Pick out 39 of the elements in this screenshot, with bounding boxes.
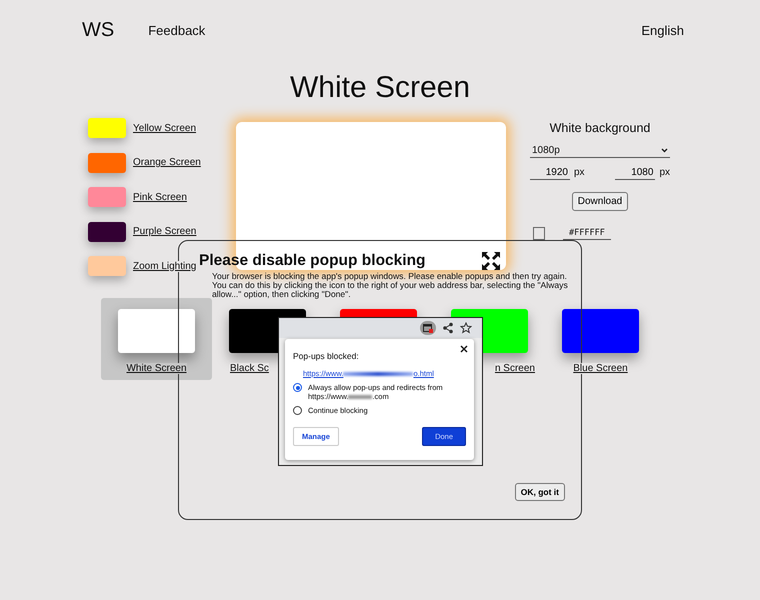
color-swatch[interactable] bbox=[88, 118, 126, 138]
width-input[interactable]: 1920 bbox=[530, 167, 570, 180]
color-swatch[interactable] bbox=[88, 256, 126, 276]
color-swatch[interactable] bbox=[88, 222, 126, 242]
dialog-message: Your browser is blocking the app's popup windows. Please enable popups and then try again. You can do this by clicking the icon to the right of your web address bar, selecting the "Always allow..." option, then clicking "Done". bbox=[212, 272, 569, 299]
site-logo[interactable]: WS bbox=[82, 18, 114, 42]
popup-title: Pop-ups blocked: bbox=[293, 351, 360, 361]
color-swatch[interactable] bbox=[88, 187, 126, 207]
unit-label: px bbox=[659, 167, 670, 178]
star-icon bbox=[460, 322, 472, 334]
color-link[interactable]: Orange Screen bbox=[133, 157, 201, 168]
checkbox[interactable] bbox=[533, 227, 545, 240]
ok-button[interactable]: OK, got it bbox=[514, 483, 565, 501]
dialog-title: Please disable popup blocking bbox=[199, 252, 426, 270]
selected-screen-card[interactable]: White Screen bbox=[101, 298, 212, 380]
popup-blocked-icon bbox=[420, 321, 436, 335]
nav-link[interactable]: Feedback bbox=[148, 22, 206, 38]
hex-color-field[interactable]: #FFFFFF bbox=[563, 228, 611, 240]
resolution-select[interactable]: 1080p bbox=[530, 145, 670, 158]
color-swatch[interactable] bbox=[88, 152, 126, 172]
close-icon bbox=[460, 345, 468, 353]
color-link[interactable]: Pink Screen bbox=[133, 192, 187, 202]
screen-link[interactable]: n Screen bbox=[494, 363, 535, 374]
chevron-icon[interactable] bbox=[661, 148, 668, 153]
screen-link[interactable]: Blue Screen bbox=[573, 363, 628, 374]
fullscreen-icon[interactable] bbox=[481, 251, 501, 271]
share-icon bbox=[442, 322, 454, 334]
unit-label: px bbox=[574, 167, 585, 178]
language-selector[interactable]: English bbox=[641, 22, 684, 38]
settings-heading: White background bbox=[548, 121, 652, 135]
screen-link[interactable]: Black Sc bbox=[230, 363, 269, 374]
page-title: White Screen bbox=[288, 70, 472, 106]
screen-link[interactable]: White Screen bbox=[126, 363, 187, 374]
color-link[interactable]: Yellow Screen bbox=[133, 122, 196, 134]
height-input[interactable]: 1080 bbox=[615, 167, 656, 180]
download-button[interactable]: Download bbox=[572, 192, 628, 211]
screen-card[interactable]: Blue Screen bbox=[545, 298, 656, 380]
color-link[interactable]: Purple Screen bbox=[133, 226, 196, 237]
color-link[interactable]: Zoom Lighting bbox=[133, 260, 196, 272]
